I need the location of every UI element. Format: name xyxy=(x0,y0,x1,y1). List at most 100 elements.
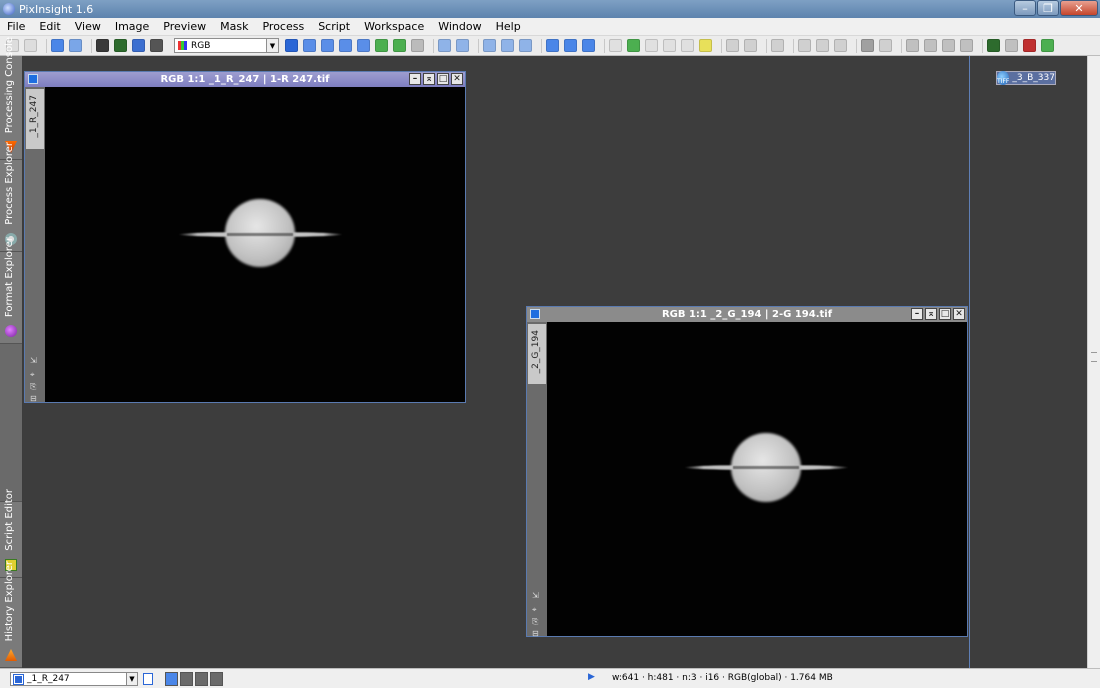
menu-window[interactable]: Window xyxy=(431,20,488,33)
move-view-icon[interactable]: ⌖ xyxy=(30,371,39,379)
image-window-title-bar[interactable]: RGB 1:1 _2_G_194 | 2-G 194.tif – ⌅ □ ✕ xyxy=(527,307,967,322)
move-view-icon[interactable]: ⌖ xyxy=(532,606,541,614)
new-image-icon[interactable] xyxy=(51,39,64,52)
menu-help[interactable]: Help xyxy=(489,20,528,33)
mask-options-icon[interactable] xyxy=(681,39,694,52)
zoom-1-1-icon[interactable] xyxy=(483,39,496,52)
workspace-scrollbar[interactable] xyxy=(1087,56,1100,668)
duplicate-image-icon[interactable] xyxy=(69,39,82,52)
display-mode-2-icon[interactable] xyxy=(180,672,193,686)
workspace-icon[interactable] xyxy=(1041,39,1054,52)
channel-blue-icon[interactable] xyxy=(132,39,145,52)
maximize-icon[interactable]: □ xyxy=(437,73,449,85)
image-window-title-bar[interactable]: RGB 1:1 _1_R_247 | 1-R 247.tif – ⌅ □ ✕ xyxy=(25,72,465,87)
menu-file[interactable]: File xyxy=(0,20,32,33)
image-canvas[interactable] xyxy=(45,87,465,402)
mask-show-icon[interactable] xyxy=(609,39,622,52)
color-space-select[interactable]: RGB ▼ xyxy=(174,38,279,53)
pan-mode-icon[interactable] xyxy=(357,39,370,52)
zoom-in-icon[interactable] xyxy=(438,39,451,52)
display-mode-3-icon[interactable] xyxy=(195,672,208,686)
menu-script[interactable]: Script xyxy=(311,20,357,33)
window-maximize-button[interactable]: ❐ xyxy=(1037,0,1059,16)
crop-icon[interactable] xyxy=(834,39,847,52)
tab-history-explorer[interactable]: History Explorer xyxy=(0,561,22,668)
process-icon-3[interactable] xyxy=(942,39,955,52)
minimize-icon[interactable]: – xyxy=(409,73,421,85)
menu-edit[interactable]: Edit xyxy=(32,20,67,33)
play-icon[interactable]: ▶ xyxy=(588,672,595,682)
zoom-in-mode-icon[interactable] xyxy=(321,39,334,52)
iconized-image[interactable]: TIFF _3_B_337 xyxy=(996,71,1056,85)
menu-process[interactable]: Process xyxy=(255,20,311,33)
menu-image[interactable]: Image xyxy=(108,20,156,33)
shade-icon[interactable]: ⌅ xyxy=(423,73,435,85)
script-stop-icon[interactable] xyxy=(1023,39,1036,52)
image-window-r[interactable]: RGB 1:1 _1_R_247 | 1-R 247.tif – ⌅ □ ✕ _… xyxy=(24,71,466,403)
mask-invert-icon[interactable] xyxy=(645,39,658,52)
shade-icon[interactable]: ⌅ xyxy=(925,308,937,320)
fit-window-icon[interactable]: ⇲ xyxy=(30,357,39,365)
edit-preview-icon[interactable] xyxy=(393,39,406,52)
toolbar-separator xyxy=(766,38,767,53)
zoom-fit-icon[interactable] xyxy=(303,39,316,52)
chevron-down-icon[interactable]: ▼ xyxy=(266,39,278,52)
channel-lum-icon[interactable] xyxy=(150,39,163,52)
mask-remove-icon[interactable] xyxy=(663,39,676,52)
view-selector[interactable]: _1_R_247 ▼ xyxy=(10,672,138,686)
channel-green-icon[interactable] xyxy=(114,39,127,52)
menu-preview[interactable]: Preview xyxy=(156,20,213,33)
tiff-icon: TIFF xyxy=(997,71,1010,85)
script-run-icon[interactable] xyxy=(987,39,1000,52)
zoom-1-2-icon[interactable] xyxy=(501,39,514,52)
zoom-out-mode-icon[interactable] xyxy=(339,39,352,52)
copy-icon[interactable] xyxy=(798,39,811,52)
new-preview-icon[interactable] xyxy=(375,39,388,52)
tab-format-explorer[interactable]: Format Explorer xyxy=(0,237,22,344)
window-minimize-button[interactable]: – xyxy=(1014,0,1036,16)
window-cascade-icon[interactable] xyxy=(564,39,577,52)
chevron-down-icon[interactable]: ▼ xyxy=(126,673,137,685)
channel-rgb-icon[interactable] xyxy=(96,39,109,52)
fit-window-icon[interactable]: ⇲ xyxy=(532,592,541,600)
link-view-icon[interactable]: ⎘ xyxy=(30,383,39,391)
menu-view[interactable]: View xyxy=(68,20,108,33)
process-icon-1[interactable] xyxy=(906,39,919,52)
statistics-icon[interactable] xyxy=(879,39,892,52)
pointer-icon[interactable] xyxy=(411,39,424,52)
image-canvas[interactable] xyxy=(547,322,967,636)
readout-mode-icon[interactable] xyxy=(285,39,298,52)
view-options-icon[interactable]: ⊟ xyxy=(30,395,39,403)
link-view-icon[interactable]: ⎘ xyxy=(532,618,541,626)
close-icon[interactable]: ✕ xyxy=(953,308,965,320)
close-icon[interactable]: ✕ xyxy=(451,73,463,85)
view-id-tab[interactable]: _1_R_247 xyxy=(26,89,44,149)
histogram-icon[interactable] xyxy=(861,39,874,52)
stf-icon[interactable] xyxy=(699,39,712,52)
zoom-out-icon[interactable] xyxy=(456,39,469,52)
display-mode-normal-icon[interactable] xyxy=(165,672,178,686)
menu-workspace[interactable]: Workspace xyxy=(357,20,431,33)
view-id-tab[interactable]: _2_G_194 xyxy=(528,324,546,384)
mask-enable-icon[interactable] xyxy=(627,39,640,52)
script-options-icon[interactable] xyxy=(1005,39,1018,52)
minimize-icon[interactable]: – xyxy=(911,308,923,320)
view-options-icon[interactable]: ⊟ xyxy=(532,630,541,638)
process-icon-2[interactable] xyxy=(924,39,937,52)
fit-view-icon[interactable] xyxy=(519,39,532,52)
document-icon[interactable] xyxy=(143,673,153,685)
window-tile-icon[interactable] xyxy=(546,39,559,52)
image-window-g[interactable]: RGB 1:1 _2_G_194 | 2-G 194.tif – ⌅ □ ✕ _… xyxy=(526,306,968,638)
display-mode-4-icon[interactable] xyxy=(210,672,223,686)
redo-icon[interactable] xyxy=(24,39,37,52)
window-arrange-icon[interactable] xyxy=(582,39,595,52)
window-close-button[interactable]: ✕ xyxy=(1060,0,1098,16)
process-icon-4[interactable] xyxy=(960,39,973,52)
hand-icon[interactable] xyxy=(771,39,784,52)
paste-icon[interactable] xyxy=(816,39,829,52)
history-back-icon[interactable] xyxy=(726,39,739,52)
scrollbar-grip[interactable] xyxy=(1091,352,1097,362)
menu-mask[interactable]: Mask xyxy=(213,20,255,33)
maximize-icon[interactable]: □ xyxy=(939,308,951,320)
history-forward-icon[interactable] xyxy=(744,39,757,52)
